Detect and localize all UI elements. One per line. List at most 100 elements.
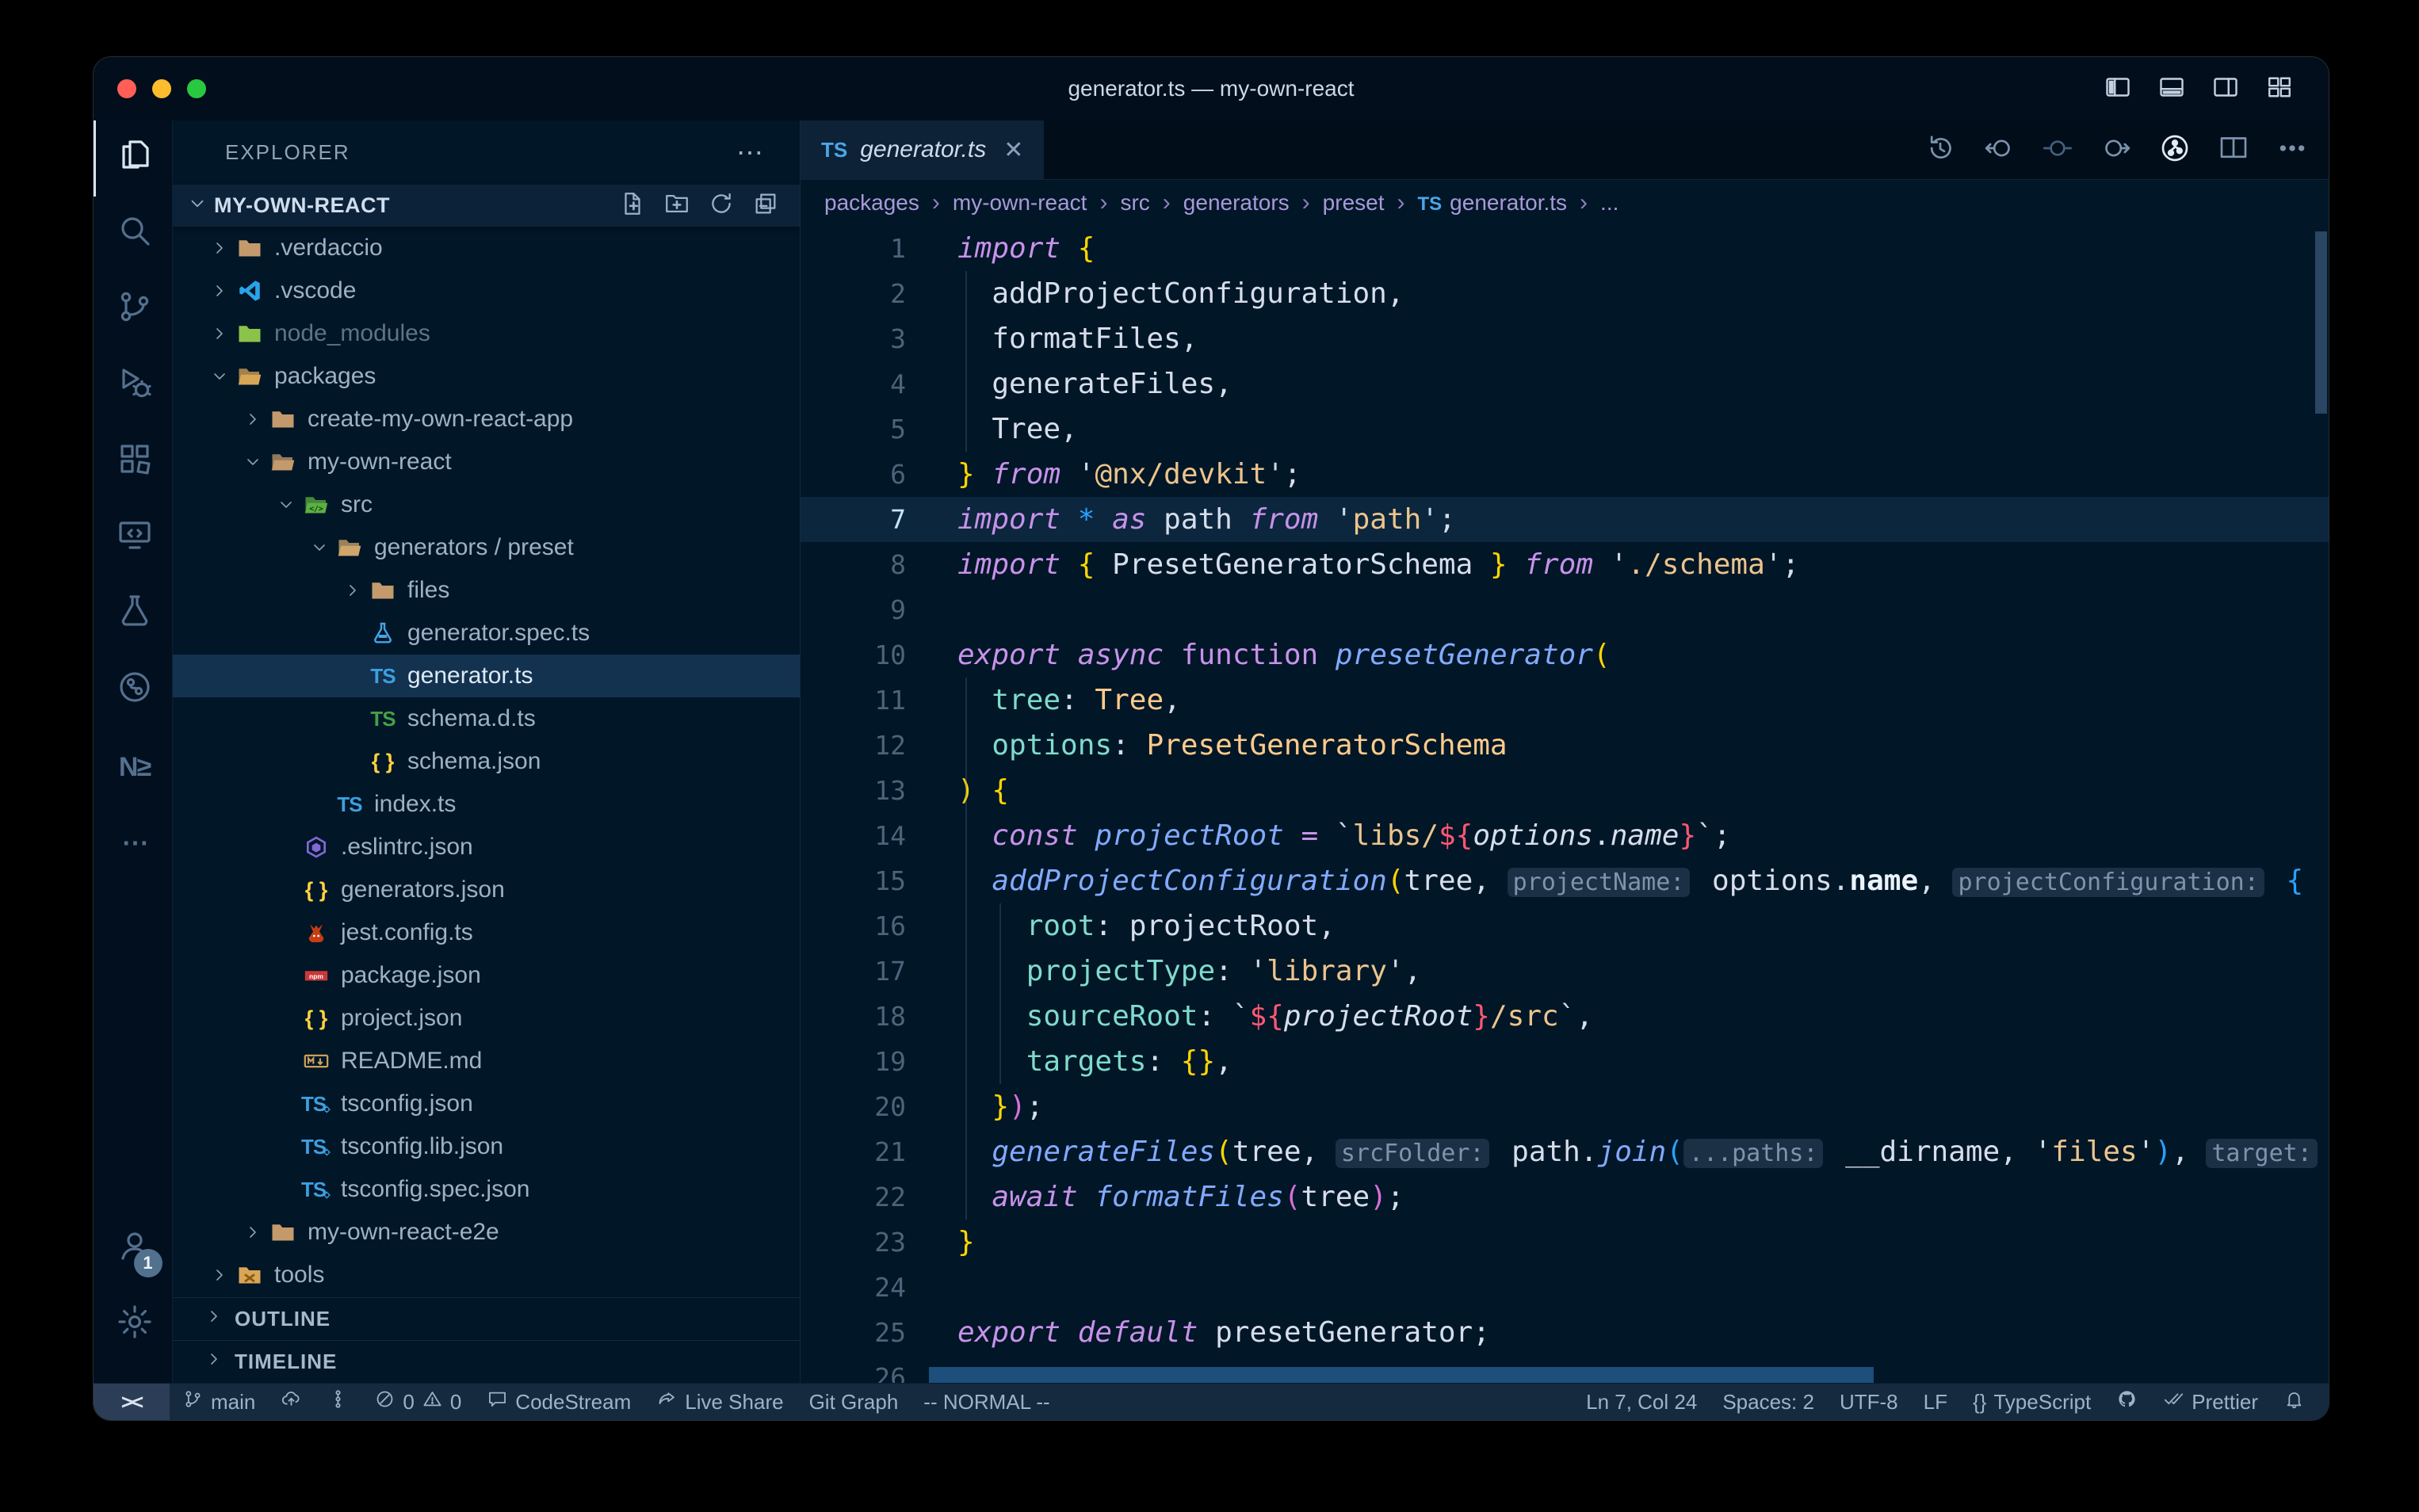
layout-sidebar-icon[interactable] xyxy=(2104,73,2132,105)
tree-item-src[interactable]: </>src xyxy=(173,483,800,526)
activity-extensions[interactable] xyxy=(94,425,173,501)
line-number: 22 xyxy=(801,1174,906,1220)
code-line-4: 4 generateFiles, xyxy=(801,361,2329,407)
activity-explorer[interactable] xyxy=(94,120,173,197)
status-notifications[interactable] xyxy=(2271,1384,2318,1420)
tree-item-package-json[interactable]: npmpackage.json xyxy=(173,954,800,997)
line-number: 12 xyxy=(801,723,906,768)
line-number: 23 xyxy=(801,1220,906,1265)
status-problems[interactable]: 00 xyxy=(361,1384,474,1420)
explorer-more-actions-icon[interactable]: ⋯ xyxy=(736,137,765,169)
tree-item-files[interactable]: files xyxy=(173,569,800,612)
workspace-section-header[interactable]: MY-OWN-REACT xyxy=(173,185,800,227)
activity-accounts[interactable]: 1 xyxy=(94,1212,173,1288)
status-eol[interactable]: LF xyxy=(1911,1384,1960,1420)
status-remote-indicator[interactable]: >< xyxy=(94,1384,170,1420)
layout-panel-icon[interactable] xyxy=(2157,73,2186,105)
tree-item-project-json[interactable]: { }project.json xyxy=(173,997,800,1040)
activity-remote-explorer[interactable] xyxy=(94,501,173,577)
tree-item-jest-config-ts[interactable]: jest.config.ts xyxy=(173,911,800,954)
refresh-icon[interactable] xyxy=(708,190,735,221)
activity-nx-console[interactable]: N≥ xyxy=(94,729,173,805)
tree-item-tools[interactable]: tools xyxy=(173,1254,800,1296)
code-editor[interactable]: 1import {2 addProjectConfiguration,3 for… xyxy=(801,226,2329,1383)
tree-item-create-my-own-react-app[interactable]: create-my-own-react-app xyxy=(173,398,800,441)
status-git-branch[interactable]: main xyxy=(170,1384,268,1420)
history-icon[interactable] xyxy=(1924,132,1956,168)
tree-item-packages[interactable]: packages xyxy=(173,355,800,398)
status-publish-changes[interactable] xyxy=(268,1384,315,1420)
breadcrumb-src[interactable]: src xyxy=(1120,190,1149,216)
tree-item-schema-d-ts[interactable]: TSschema.d.ts xyxy=(173,697,800,740)
breadcrumb-generator-ts[interactable]: TSgenerator.ts xyxy=(1418,190,1568,216)
tree-item--vscode[interactable]: .vscode xyxy=(173,269,800,312)
activity-source-control[interactable] xyxy=(94,273,173,349)
tree-item-label: node_modules xyxy=(274,320,430,347)
tree-item-generator-spec-ts[interactable]: generator.spec.ts xyxy=(173,612,800,655)
gitgraph-icon[interactable] xyxy=(2159,132,2191,168)
status-github[interactable] xyxy=(2104,1384,2150,1420)
layout-grid-icon[interactable] xyxy=(2265,73,2294,105)
tree-item--verdaccio[interactable]: .verdaccio xyxy=(173,227,800,269)
breadcrumb-generators[interactable]: generators xyxy=(1183,190,1290,216)
status-prettier[interactable]: Prettier xyxy=(2150,1384,2271,1420)
tree-item-generators-json[interactable]: { }generators.json xyxy=(173,869,800,911)
tree-item-tsconfig-json[interactable]: TStsconfig.json xyxy=(173,1082,800,1125)
status-git-graph[interactable]: Git Graph xyxy=(797,1384,911,1420)
inlay-hint: projectConfiguration: xyxy=(1952,868,2264,897)
activity-gitlens[interactable] xyxy=(94,653,173,729)
breadcrumb-my-own-react[interactable]: my-own-react xyxy=(953,190,1087,216)
nav-forward-icon[interactable] xyxy=(2100,132,2132,168)
timeline-panel-header[interactable]: TIMELINE xyxy=(173,1340,800,1383)
collapse-all-icon[interactable] xyxy=(752,190,779,221)
tree-item-tsconfig-lib-json[interactable]: TStsconfig.lib.json xyxy=(173,1125,800,1168)
tree-item-my-own-react[interactable]: my-own-react xyxy=(173,441,800,483)
tree-item-generators-preset[interactable]: generators / preset xyxy=(173,526,800,569)
tree-item--eslintrc-json[interactable]: .eslintrc.json xyxy=(173,826,800,869)
tree-item-node-modules[interactable]: node_modules xyxy=(173,312,800,355)
activity-testing[interactable] xyxy=(94,577,173,653)
indent-guide xyxy=(965,678,967,1220)
split-editor-icon[interactable] xyxy=(2218,132,2249,168)
status-indentation[interactable]: Spaces: 2 xyxy=(1710,1384,1827,1420)
tree-item-schema-json[interactable]: { }schema.json xyxy=(173,740,800,783)
debug-icon xyxy=(116,364,154,410)
tab-generator-ts[interactable]: TS generator.ts ✕ xyxy=(801,120,1044,179)
breadcrumb--[interactable]: ... xyxy=(1600,190,1618,216)
tree-item-readme-md[interactable]: README.md xyxy=(173,1040,800,1082)
nav-circle-icon[interactable] xyxy=(2042,132,2073,168)
new-folder-icon[interactable] xyxy=(663,190,690,221)
outline-panel-header[interactable]: OUTLINE xyxy=(173,1297,800,1340)
tree-item-label: my-own-react xyxy=(308,449,452,475)
horizontal-scrollbar[interactable] xyxy=(929,1367,1874,1383)
activity-run-debug[interactable] xyxy=(94,349,173,425)
breadcrumb-packages[interactable]: packages xyxy=(824,190,919,216)
activity-search[interactable] xyxy=(94,197,173,273)
status-commit-graph[interactable] xyxy=(315,1384,361,1420)
breadcrumb-preset[interactable]: preset xyxy=(1323,190,1385,216)
close-icon[interactable]: ✕ xyxy=(1003,136,1023,164)
status-live-share[interactable]: Live Share xyxy=(644,1384,796,1420)
file-icon-folder-open xyxy=(334,533,365,563)
more-actions-icon[interactable] xyxy=(2276,132,2308,168)
nav-back-icon[interactable] xyxy=(1983,132,2015,168)
gitlens-icon xyxy=(116,668,154,715)
line-number: 8 xyxy=(801,542,906,587)
activity-more-views[interactable]: ⋯ xyxy=(94,805,173,881)
status-codestream[interactable]: CodeStream xyxy=(474,1384,644,1420)
layout-split-icon[interactable] xyxy=(2211,73,2240,105)
line-number: 10 xyxy=(801,632,906,678)
beaker-icon xyxy=(116,592,154,639)
tree-item-index-ts[interactable]: TSindex.ts xyxy=(173,783,800,826)
status-language-mode[interactable]: {}TypeScript xyxy=(1960,1384,2104,1420)
status-encoding[interactable]: UTF-8 xyxy=(1827,1384,1911,1420)
vertical-scrollbar[interactable] xyxy=(2315,231,2327,414)
workspace-name: MY-OWN-REACT xyxy=(214,193,390,218)
new-file-icon[interactable] xyxy=(619,190,646,221)
status-cursor-position[interactable]: Ln 7, Col 24 xyxy=(1573,1384,1710,1420)
activity-settings[interactable] xyxy=(94,1288,173,1364)
tree-item-generator-ts[interactable]: TSgenerator.ts xyxy=(173,655,800,697)
status-vim-mode[interactable]: -- NORMAL -- xyxy=(911,1384,1062,1420)
tree-item-my-own-react-e2e[interactable]: my-own-react-e2e xyxy=(173,1211,800,1254)
tree-item-tsconfig-spec-json[interactable]: TStsconfig.spec.json xyxy=(173,1168,800,1211)
